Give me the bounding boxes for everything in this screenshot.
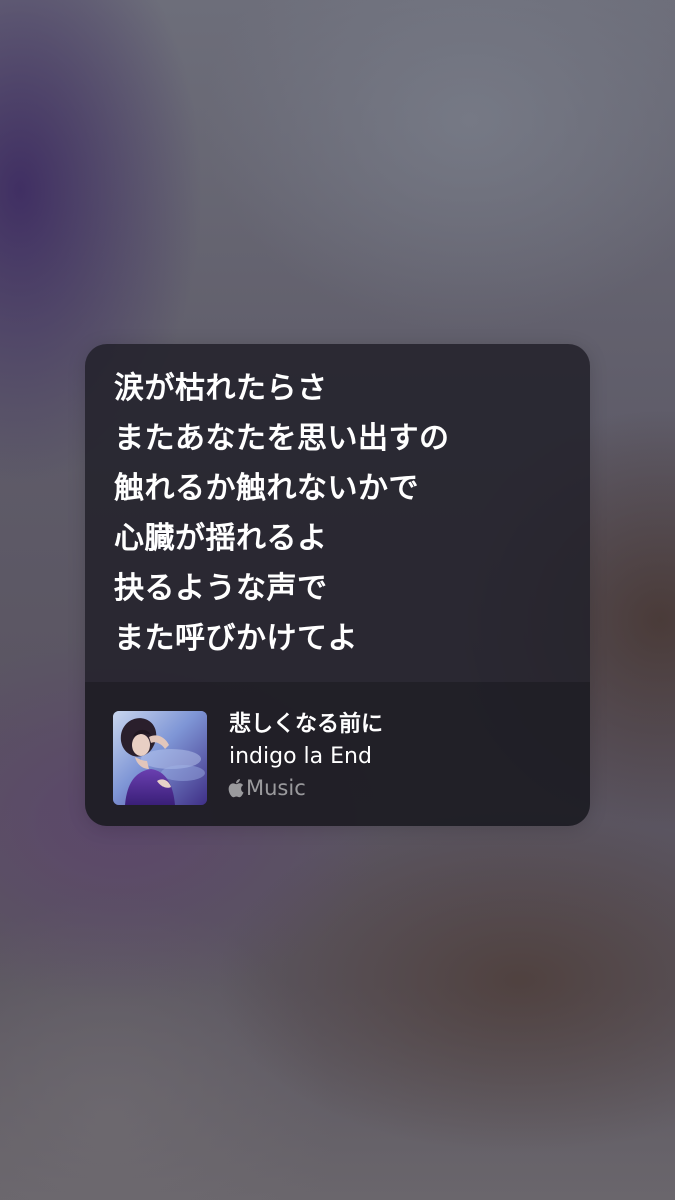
lyrics-share-card[interactable]: 涙が枯れたらさ またあなたを思い出すの 触れるか触れないかで 心臓が揺れるよ 抉… (85, 344, 590, 826)
apple-music-badge: Music (227, 774, 306, 802)
track-artist: indigo la End (229, 744, 372, 769)
lyric-line: 触れるか触れないかで (114, 471, 419, 506)
track-title: 悲しくなる前に (229, 712, 384, 737)
lyrics-block: 涙が枯れたらさ またあなたを思い出すの 触れるか触れないかで 心臓が揺れるよ 抉… (114, 364, 570, 664)
apple-logo-icon (227, 778, 244, 798)
lyric-line: 涙が枯れたらさ (114, 371, 328, 406)
lyric-line: また呼びかけてよ (114, 621, 358, 656)
lyric-line: 心臓が揺れるよ (114, 521, 328, 556)
lyric-line: またあなたを思い出すの (114, 421, 450, 456)
album-artwork-image (113, 711, 207, 805)
service-label: Music (246, 776, 306, 800)
lyric-line: 抉るような声で (114, 571, 328, 606)
track-info-bar[interactable]: 悲しくなる前に indigo la End Music (85, 682, 590, 826)
album-artwork[interactable] (113, 711, 207, 805)
